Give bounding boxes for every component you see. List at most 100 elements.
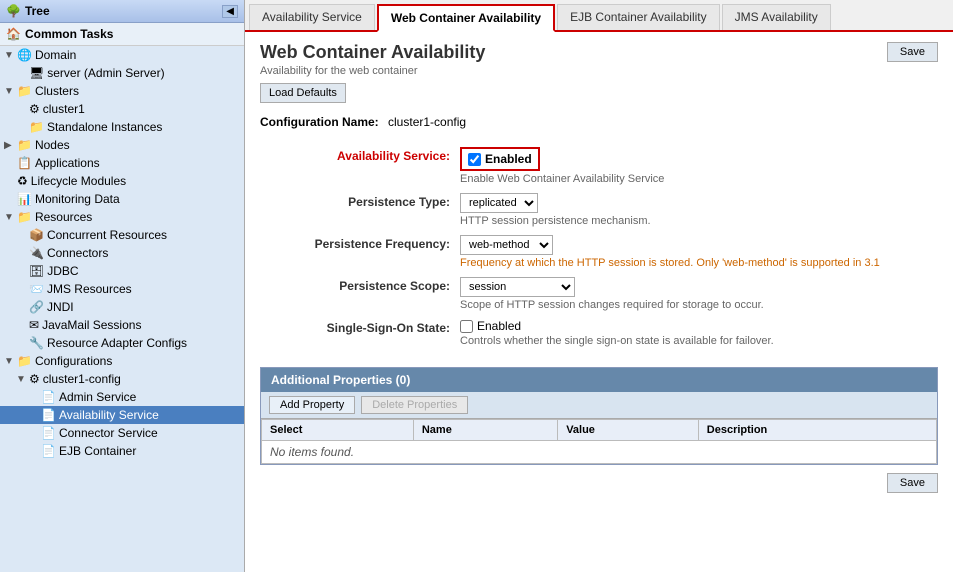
form-row-0: Availability Service:EnabledEnable Web C… [260,143,938,189]
sidebar-item-applications[interactable]: 📋Applications [0,154,244,172]
sidebar-item-monitoring[interactable]: 📊Monitoring Data [0,190,244,208]
sidebar-item-label: Availability Service [59,408,159,422]
tab-web-container-availability[interactable]: Web Container Availability [377,4,555,32]
sidebar-item-cluster1config[interactable]: ▼⚙cluster1-config [0,370,244,388]
connector-icon: 🔌 [29,246,44,260]
folder-icon: 📁 [17,84,32,98]
jndi-icon: 🔗 [29,300,44,314]
form-row-4: Single-Sign-On State:EnabledControls whe… [260,315,938,351]
common-tasks[interactable]: 🏠 Common Tasks [0,23,244,46]
props-col-0: Select [262,420,414,441]
props-col-3: Description [698,420,936,441]
sidebar-item-clusters[interactable]: ▼📁Clusters [0,82,244,100]
sidebar-item-lifecycle[interactable]: ♻Lifecycle Modules [0,172,244,190]
sidebar: 🌳 Tree ◀ 🏠 Common Tasks ▼🌐Domain🖥server … [0,0,245,572]
sidebar-item-domain[interactable]: ▼🌐Domain [0,46,244,64]
sidebar-item-label: JDBC [47,264,78,278]
load-defaults-button[interactable]: Load Defaults [260,83,346,103]
sidebar-item-label: Connector Service [59,426,158,440]
save-button-bottom[interactable]: Save [887,473,938,493]
tree-expand-icon: ▼ [4,212,14,223]
sidebar-item-nodes[interactable]: ▶📁Nodes [0,136,244,154]
sidebar-item-jndi[interactable]: 🔗JNDI [0,298,244,316]
content-area: Web Container Availability Availability … [245,32,953,572]
tree-expand-icon: ▼ [16,374,26,385]
form-hint-3: Scope of HTTP session changes required f… [460,299,938,311]
bottom-save-row: Save [260,465,938,503]
sidebar-item-resources[interactable]: ▼📁Resources [0,208,244,226]
domain-icon: 🌐 [17,48,32,62]
sidebar-item-cluster1[interactable]: ⚙cluster1 [0,100,244,118]
sidebar-header: 🌳 Tree ◀ [0,0,244,23]
checkbox-0[interactable] [468,153,481,166]
config-name-row: Configuration Name: cluster1-config [260,115,938,129]
config-name-label: Configuration Name: [260,115,379,129]
select-1[interactable]: replicatedmemoryfilecustom [460,193,538,213]
sidebar-item-configurations[interactable]: ▼📁Configurations [0,352,244,370]
sidebar-item-label: Domain [35,48,76,62]
tree-icon: 🌳 [6,4,21,18]
tab-bar: Availability ServiceWeb Container Availa… [245,0,953,32]
checkbox-wrapper-0: Enabled [460,147,540,171]
sidebar-item-label: Resources [35,210,92,224]
sidebar-item-availabilityservice[interactable]: 📄Availability Service [0,406,244,424]
sidebar-item-label: Clusters [35,84,79,98]
folder-icon: 📁 [17,210,32,224]
additional-props-toolbar: Add Property Delete Properties [261,392,937,419]
select-2[interactable]: web-methodtime-basedon-shutdown [460,235,553,255]
no-items-cell: No items found. [262,441,937,464]
form-table: Availability Service:EnabledEnable Web C… [260,143,938,351]
form-label-2: Persistence Frequency: [260,231,460,273]
sidebar-title: Tree [25,4,50,18]
select-3[interactable]: sessionmodified-sessionmodified-attribut… [460,277,575,297]
common-tasks-label: Common Tasks [25,27,113,41]
sidebar-item-adminservice[interactable]: 📄Admin Service [0,388,244,406]
cluster-icon: ⚙ [29,102,40,116]
availability-icon: 📄 [41,408,56,422]
page-subtitle: Availability for the web container [260,65,485,77]
form-label-1: Persistence Type: [260,189,460,231]
sidebar-item-connectors[interactable]: 🔌Connectors [0,244,244,262]
form-value-3: sessionmodified-sessionmodified-attribut… [460,273,938,315]
form-row-2: Persistence Frequency:web-methodtime-bas… [260,231,938,273]
sidebar-item-standalone[interactable]: 📁Standalone Instances [0,118,244,136]
sidebar-item-label: Nodes [35,138,70,152]
sidebar-item-label: Standalone Instances [47,120,162,134]
sidebar-item-connectorservice[interactable]: 📄Connector Service [0,424,244,442]
form-label-4: Single-Sign-On State: [260,315,460,351]
no-items-text: No items found. [270,445,354,459]
jms-icon: 📨 [29,282,44,296]
page-title: Web Container Availability [260,42,485,63]
no-items-row: No items found. [262,441,937,464]
delete-properties-button[interactable]: Delete Properties [361,396,468,414]
folder-icon: 📁 [17,138,32,152]
form-hint-1: HTTP session persistence mechanism. [460,215,938,227]
form-hint-0: Enable Web Container Availability Servic… [460,173,938,185]
sidebar-item-adapter[interactable]: 🔧Resource Adapter Configs [0,334,244,352]
jdbc-icon: 🗄 [29,264,44,278]
sidebar-item-ejbcontainer[interactable]: 📄EJB Container [0,442,244,460]
sidebar-item-jms[interactable]: 📨JMS Resources [0,280,244,298]
tree-expand-icon: ▼ [4,50,14,61]
sidebar-item-server[interactable]: 🖥server (Admin Server) [0,64,244,82]
sidebar-item-concurrent[interactable]: 📦Concurrent Resources [0,226,244,244]
tree-expand-icon: ▶ [4,140,14,151]
add-property-button[interactable]: Add Property [269,396,355,414]
sidebar-item-label: Lifecycle Modules [31,174,126,188]
form-row-1: Persistence Type:replicatedmemoryfilecus… [260,189,938,231]
app-icon: 📋 [17,156,32,170]
save-button-top[interactable]: Save [887,42,938,62]
mail-icon: ✉ [29,318,39,332]
tab-jms-availability[interactable]: JMS Availability [722,4,831,30]
lifecycle-icon: ♻ [17,174,28,188]
sidebar-collapse-btn[interactable]: ◀ [222,5,238,18]
sidebar-item-javamail[interactable]: ✉JavaMail Sessions [0,316,244,334]
tab-ejb-container-availability[interactable]: EJB Container Availability [557,4,720,30]
checkbox-4[interactable] [460,320,473,333]
folder-icon: 📁 [29,120,44,134]
tab-availability-service[interactable]: Availability Service [249,4,375,30]
sidebar-item-label: JavaMail Sessions [42,318,141,332]
props-col-1: Name [413,420,557,441]
properties-table: SelectNameValueDescription No items foun… [261,419,937,464]
sidebar-item-jdbc[interactable]: 🗄JDBC [0,262,244,280]
